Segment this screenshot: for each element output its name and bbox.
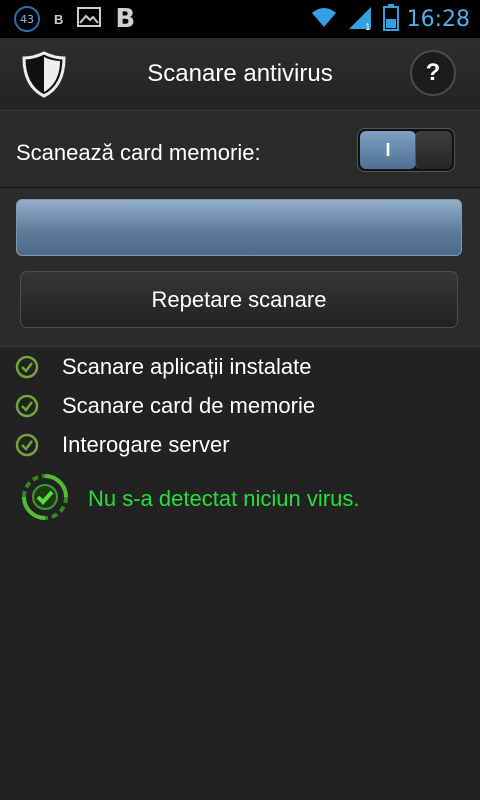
battery-icon — [382, 3, 399, 36]
scan-card-toggle[interactable]: I — [357, 128, 455, 172]
shield-check-icon — [22, 474, 68, 520]
toggle-on-indicator: I — [360, 131, 416, 169]
result-message: Nu s-a detectat niciun virus. — [88, 486, 360, 511]
b-app-icon: B — [54, 11, 64, 27]
signal-icon: 1 — [347, 3, 375, 36]
checklist-label: Scanare card de memorie — [62, 393, 316, 418]
count-badge-icon: 43 — [14, 6, 40, 32]
status-bar: 43 B B 1 16:28 — [0, 0, 480, 38]
clock: 16:28 — [406, 6, 470, 32]
scan-card-label: Scanează card memorie: — [16, 140, 261, 165]
app-header: Scanare antivirus ? — [0, 38, 480, 111]
scan-progress-bar — [16, 199, 462, 256]
wifi-icon — [309, 5, 339, 34]
b-bold-icon: B — [115, 4, 136, 34]
page-title: Scanare antivirus — [147, 60, 333, 87]
help-button[interactable]: ? — [410, 50, 456, 96]
scan-result: Nu s-a detectat niciun virus. — [22, 474, 359, 520]
checklist-label: Scanare aplicații instalate — [62, 354, 312, 379]
check-circle-icon — [14, 393, 40, 419]
list-item: Scanare aplicații instalate — [14, 352, 311, 382]
rescan-button[interactable]: Repetare scanare — [20, 271, 458, 328]
check-circle-icon — [14, 354, 40, 380]
checklist-label: Interogare server — [62, 432, 230, 457]
image-icon — [77, 6, 102, 32]
toggle-knob — [415, 131, 452, 169]
check-circle-icon — [14, 432, 40, 458]
list-item: Interogare server — [14, 430, 230, 460]
sim-label: 1 — [365, 23, 371, 31]
list-item: Scanare card de memorie — [14, 391, 315, 421]
